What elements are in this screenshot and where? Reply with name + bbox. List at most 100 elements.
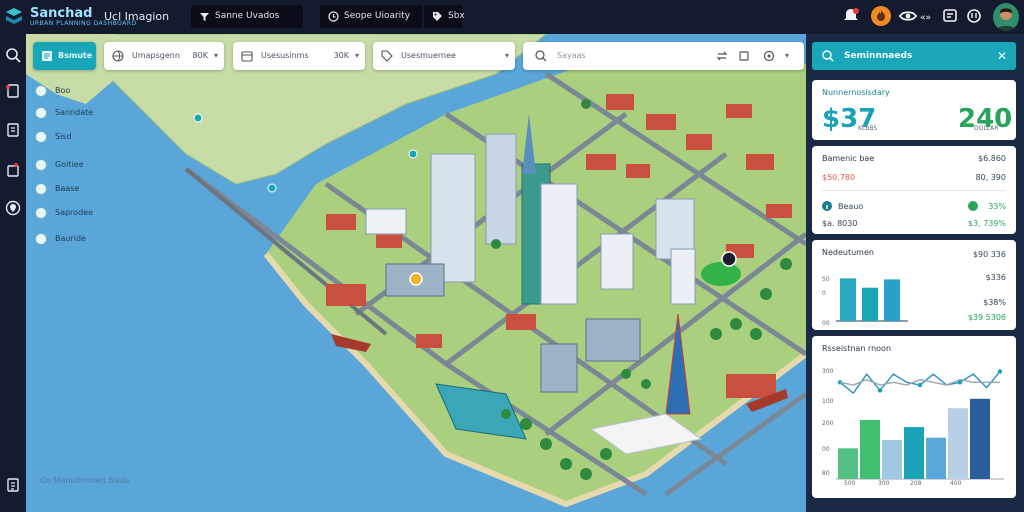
layers-label: Bsmute [58,51,93,60]
clock-icon [328,11,339,22]
panel-header[interactable]: Seminnnaeds ✕ [812,42,1016,70]
chevron-down-icon: ▾ [504,51,509,60]
filter-2-value: 30K [333,51,349,60]
map-search-placeholder: Sayaas [557,51,586,60]
calendar-icon [241,51,253,62]
legend-item[interactable]: Baase [33,182,79,196]
notification-icon[interactable] [842,7,860,25]
legend-item[interactable]: Sanndate [33,106,93,120]
map-marker-dark [721,251,737,267]
summary-row1-left: $50,780 [822,173,856,182]
code-icon[interactable]: «» [919,7,937,25]
panel-header-title: Seminnnaeds [844,51,913,61]
eye-icon[interactable] [899,7,917,25]
bar-chart-title: Nedeutumen [822,248,874,257]
y-tick: 200 [822,420,834,427]
fire-icon[interactable] [871,6,891,26]
map-marker-north [193,113,203,123]
point [877,388,883,393]
document-icon[interactable] [5,122,21,138]
city-map[interactable]: Boo Sanndate Sisd Goitiee Baase Saprodee… [26,34,806,512]
summary-row2-right-pct: 33% [988,202,1006,211]
y-tick: 50 [822,276,830,283]
legend-dot-icon [35,233,47,245]
tag-icon [433,12,442,21]
bar [838,448,858,479]
y-tick: 100 [822,398,834,405]
top-time-button[interactable]: Seope Uioarity [320,5,422,28]
alert-icon[interactable] [5,162,21,178]
summary-card: Bamenic bae $6.860 $50,780 80, 390 Beauo… [812,146,1016,234]
bar [948,408,968,479]
filter-select-1[interactable]: Umapsgenn 80K ▾ [104,42,224,70]
svg-text:«»: «» [920,13,931,23]
stats-right-unit: DOLLAR [974,125,999,132]
swap-icon[interactable] [716,50,728,62]
filter-1-value: 80K [192,51,208,60]
x-tick: 500 [844,480,856,487]
copy-icon[interactable] [738,50,750,62]
line-chart-title: Rsseistnan rnoon [822,344,892,353]
search-icon[interactable] [5,47,21,63]
legend-item[interactable]: Bauride [33,232,86,246]
legend-item[interactable]: Sisd [33,130,72,144]
map-search-bar[interactable]: Sayaas ▾ [523,42,804,70]
chevron-down-icon: ▾ [785,51,790,60]
tag-filter-icon [381,50,393,62]
top-bar: Sanchad URBAN PLANNING DASHBOARD Ucl Ima… [0,0,1024,34]
avatar-icon [996,8,1016,31]
legend-dot-icon [35,159,47,171]
point [917,382,923,388]
user-avatar[interactable] [993,3,1019,31]
close-icon[interactable]: ✕ [997,42,1007,70]
top-time-label: Seope Uioarity [344,11,411,21]
map-footer: Oo Manuimoned Basts [40,476,131,485]
line-chart-plot [836,369,1004,480]
brand-name: Sanchad [30,6,93,21]
info-icon [822,201,832,211]
filter-3-label: Usesmuernee [401,51,456,60]
legend-item[interactable]: Goitiee [33,158,84,172]
bar [840,278,856,321]
settings-icon[interactable] [965,7,983,25]
map-canvas [26,34,806,512]
top-tag-label: Sbx [448,11,465,21]
stats-card: Nunnernosisdary $37 KLBBS 240 DOLLAR [812,80,1016,140]
summary-row2-value: $a. 8030 [822,219,858,228]
target-icon[interactable] [763,50,775,62]
legend-item[interactable]: Saprodee [33,206,93,220]
bar-right-label: $90 336 [972,250,1006,259]
filter-select-3[interactable]: Usesmuernee ▾ [373,42,515,70]
layers-button[interactable]: Bsmute [33,42,96,70]
bar-right-label: $39 5306 [967,313,1006,322]
chevron-down-icon: ▾ [213,51,218,60]
clipboard-icon[interactable] [5,477,21,493]
legend-dot-icon [35,131,47,143]
top-tag-button[interactable]: Sbx [424,5,465,28]
stats-left-unit: KLBBS [858,125,878,132]
map-marker-coast [267,183,277,193]
summary-row2-label: Beauo [838,202,864,211]
legend-item[interactable]: Boo [33,84,70,98]
bar [970,398,990,479]
y-tick: 80 [822,470,830,477]
park [701,262,741,286]
location-icon[interactable] [5,200,21,216]
legend-dot-icon [35,207,47,219]
map-marker-teal [408,149,418,159]
bar-chart-card: Nedeutumen 50 0 00 $90 336 $336 $38% $39… [812,240,1016,330]
bar-right-label: $336 [985,273,1006,282]
map-marker-yellow [409,272,423,286]
chat-icon[interactable] [941,7,959,25]
layers-icon[interactable] [5,83,21,99]
filter-1-label: Umapsgenn [132,51,180,60]
y-tick: 00 [822,320,830,327]
legend-dot-icon [35,85,47,97]
top-filter-button[interactable]: Sanne Uvados [191,5,303,28]
bar-chart-plot [836,278,908,322]
summary-row2-right-value: $3, 739% [967,219,1006,228]
top-filter-label: Sanne Uvados [215,11,280,21]
filter-select-2[interactable]: Usesusinms 30K ▾ [233,42,365,70]
left-rail [0,34,26,512]
point [997,369,1003,374]
